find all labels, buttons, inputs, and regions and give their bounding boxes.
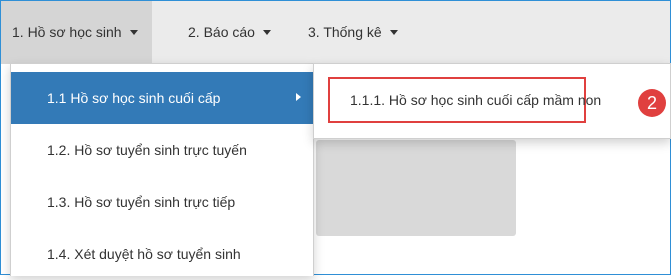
nav-thong-ke-label: 3. Thống kê bbox=[308, 24, 382, 40]
menu-item-label: 1.2. Hồ sơ tuyển sinh trực tuyến bbox=[47, 142, 247, 158]
menu-item-label: 1.1 Hồ sơ học sinh cuối cấp bbox=[47, 90, 221, 106]
menu-item-ho-so-tuyen-sinh-truc-tiep[interactable]: 1.3. Hồ sơ tuyển sinh trực tiếp bbox=[11, 176, 313, 228]
menu-item-ho-so-hoc-sinh-cuoi-cap[interactable]: 1.1 Hồ sơ học sinh cuối cấp bbox=[11, 72, 313, 124]
chevron-right-icon bbox=[296, 93, 301, 101]
nav-thong-ke[interactable]: 3. Thống kê bbox=[308, 1, 398, 63]
submenu-item-ho-so-hoc-sinh-cuoi-cap-mam-non[interactable]: 1.1.1. Hồ sơ học sinh cuối cấp mầm non bbox=[328, 77, 601, 123]
caret-down-icon bbox=[262, 30, 271, 35]
nav-bao-cao-label: 2. Báo cáo bbox=[188, 24, 255, 40]
submenu-item-label: 1.1.1. Hồ sơ học sinh cuối cấp mầm non bbox=[350, 92, 602, 108]
nav-ho-so-hoc-sinh[interactable]: 1. Hồ sơ học sinh bbox=[1, 1, 152, 63]
caret-down-icon bbox=[389, 30, 398, 35]
background-content-panel bbox=[316, 140, 516, 236]
menu-item-ho-so-tuyen-sinh-truc-tuyen[interactable]: 1.2. Hồ sơ tuyển sinh trực tuyến bbox=[11, 124, 313, 176]
menu-item-label: 1.3. Hồ sơ tuyển sinh trực tiếp bbox=[47, 194, 236, 210]
step-number-badge: 2 bbox=[638, 89, 666, 117]
ho-so-hoc-sinh-dropdown: 1.1 Hồ sơ học sinh cuối cấp 1.2. Hồ sơ t… bbox=[10, 63, 314, 276]
nav-ho-so-hoc-sinh-label: 1. Hồ sơ học sinh bbox=[12, 24, 122, 40]
top-navbar: 1. Hồ sơ học sinh 2. Báo cáo 3. Thống kê bbox=[1, 1, 670, 64]
menu-item-xet-duyet-ho-so-tuyen-sinh[interactable]: 1.4. Xét duyệt hồ sơ tuyển sinh bbox=[11, 228, 313, 280]
cuoi-cap-submenu: 1.1.1. Hồ sơ học sinh cuối cấp mầm non 2 bbox=[313, 63, 671, 139]
nav-bao-cao[interactable]: 2. Báo cáo bbox=[188, 1, 271, 63]
caret-down-icon bbox=[129, 30, 138, 35]
menu-item-label: 1.4. Xét duyệt hồ sơ tuyển sinh bbox=[47, 246, 241, 262]
